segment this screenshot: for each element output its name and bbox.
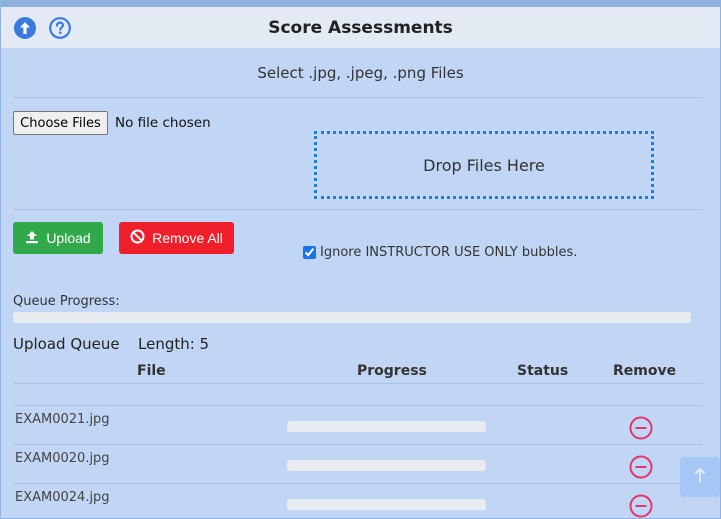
upload-icon (25, 230, 39, 247)
divider (13, 97, 703, 98)
table-row: EXAM0024.jpg (13, 484, 691, 518)
ban-icon (130, 229, 145, 247)
remove-all-button[interactable]: Remove All (119, 222, 234, 254)
column-header-status: Status (517, 363, 569, 379)
file-name: EXAM0020.jpg (15, 451, 110, 466)
ignore-instructor-checkbox[interactable] (303, 246, 316, 259)
upload-queue-title: Upload Queue (13, 335, 120, 353)
main-content: Select .jpg, .jpeg, .png Files Choose Fi… (1, 48, 720, 518)
drop-zone-label: Drop Files Here (423, 155, 545, 175)
remove-all-label: Remove All (152, 230, 223, 246)
remove-file-icon[interactable] (629, 416, 653, 440)
table-row: EXAM0020.jpg (13, 445, 691, 484)
upload-label: Upload (46, 230, 91, 246)
scroll-to-top-button[interactable] (680, 457, 720, 497)
no-file-chosen-text: No file chosen (115, 115, 211, 131)
column-header-progress: Progress (357, 363, 427, 379)
file-progress-bar (287, 499, 486, 510)
ignore-instructor-label: Ignore INSTRUCTOR USE ONLY bubbles. (320, 245, 578, 260)
score-assessments-panel: Score Assessments Select .jpg, .jpeg, .p… (0, 0, 721, 519)
column-header-remove: Remove (613, 363, 677, 379)
drop-zone[interactable]: Drop Files Here (314, 131, 654, 199)
divider (13, 209, 703, 210)
arrow-up-icon (693, 467, 707, 487)
table-row: EXAM0021.jpg (13, 406, 691, 445)
file-progress-bar (287, 460, 486, 471)
upload-button[interactable]: Upload (13, 222, 103, 254)
ignore-instructor-option[interactable]: Ignore INSTRUCTOR USE ONLY bubbles. (303, 245, 577, 260)
header-bar: Score Assessments (1, 7, 720, 48)
remove-file-icon[interactable] (629, 455, 653, 479)
queue-length: Length: 5 (138, 335, 210, 353)
file-type-label: Select .jpg, .jpeg, .png Files (257, 64, 464, 82)
table-header-divider (13, 383, 703, 384)
column-header-file: File (137, 363, 166, 379)
file-name: EXAM0024.jpg (15, 490, 110, 505)
page-title: Score Assessments (268, 18, 453, 38)
queue-progress-label: Queue Progress: (13, 294, 120, 309)
file-progress-bar (287, 421, 486, 432)
remove-file-icon[interactable] (629, 494, 653, 518)
file-name: EXAM0021.jpg (15, 412, 110, 427)
queue-progress-bar (13, 312, 691, 323)
choose-files-button[interactable]: Choose Files (13, 111, 108, 135)
